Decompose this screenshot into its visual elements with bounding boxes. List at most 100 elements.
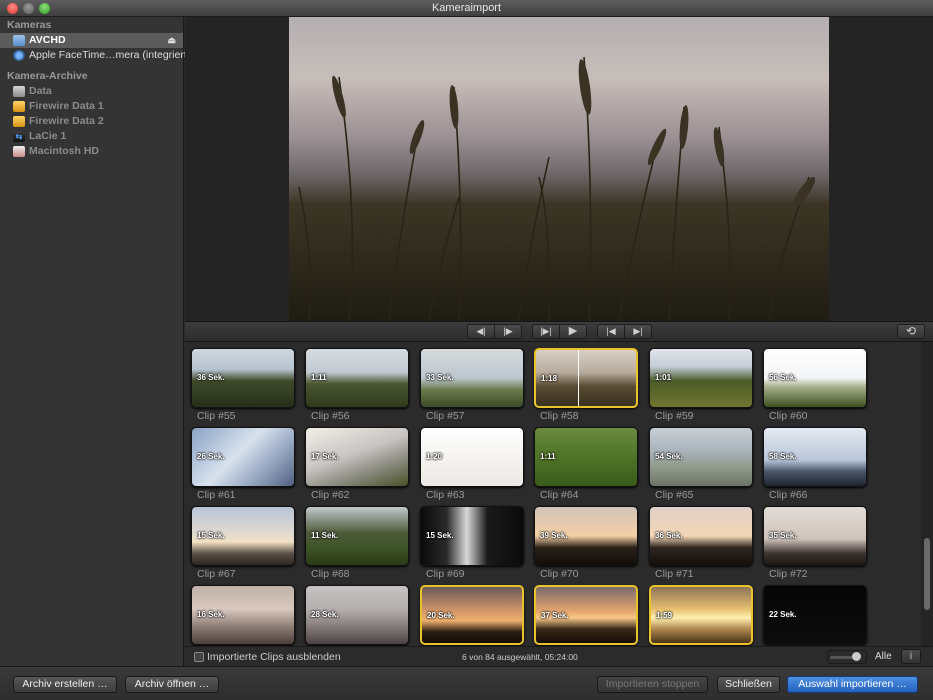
clip-duration: 54 Sek. xyxy=(655,452,683,461)
clip-thumbnail[interactable]: 1:11 xyxy=(305,348,409,408)
playback-controls: ◀| |▶ |▶| ▶ |◀ ▶| ⟲ xyxy=(185,321,933,342)
device-sidebar: Kameras AVCHD ⏏ Apple FaceTime…mera (int… xyxy=(0,17,190,666)
clip-item[interactable]: 1:20 Clip #63 xyxy=(420,421,524,501)
clip-thumbnail[interactable]: 15 Sek. xyxy=(420,506,524,566)
clip-thumbnail[interactable]: 28 Sek. xyxy=(305,585,409,645)
clip-duration: 39 Sek. xyxy=(540,531,568,540)
sidebar-item-firewire-data-2[interactable]: Firewire Data 2 xyxy=(0,114,183,129)
zoom-all-label[interactable]: Alle xyxy=(875,651,892,662)
footer-bar: Archiv erstellen … Archiv öffnen … Impor… xyxy=(0,666,933,700)
clip-item[interactable]: 20 Sek. xyxy=(420,579,524,646)
clip-item[interactable]: 35 Sek. Clip #72 xyxy=(763,500,867,580)
sidebar-item-firewire-data-1[interactable]: Firewire Data 1 xyxy=(0,99,183,114)
clip-item[interactable]: 1:11 Clip #64 xyxy=(534,421,638,501)
loop-icon[interactable]: ⟲ xyxy=(897,324,925,339)
clip-item[interactable]: 26 Sek. Clip #61 xyxy=(191,421,295,501)
clip-thumbnail[interactable]: 22 Sek. xyxy=(763,585,867,645)
open-archive-button[interactable]: Archiv öffnen … xyxy=(125,676,219,693)
clip-item[interactable]: 11 Sek. Clip #68 xyxy=(305,500,409,580)
clip-thumbnail[interactable]: 17 Sek. xyxy=(305,427,409,487)
clip-thumbnail[interactable]: 56 Sek. xyxy=(763,348,867,408)
clip-item[interactable]: 36 Sek. Clip #55 xyxy=(191,342,295,422)
clip-thumbnail[interactable]: 11 Sek. xyxy=(305,506,409,566)
clip-thumbnail[interactable]: 35 Sek. xyxy=(763,506,867,566)
clip-item[interactable]: 15 Sek. Clip #69 xyxy=(420,500,524,580)
hide-imported-checkbox[interactable] xyxy=(194,652,204,662)
clip-thumbnail[interactable]: 1:11 xyxy=(534,427,638,487)
clip-thumbnail[interactable]: 36 Sek. xyxy=(649,506,753,566)
sidebar-item-label: Firewire Data 2 xyxy=(29,115,104,127)
browser-statusbar: Importierte Clips ausblenden 6 von 84 au… xyxy=(185,646,933,666)
play-button[interactable]: ▶ xyxy=(559,324,587,339)
home-icon xyxy=(13,146,25,157)
clip-thumbnail[interactable]: 1:20 xyxy=(420,427,524,487)
clip-thumbnail[interactable]: 54 Sek. xyxy=(649,427,753,487)
clip-thumbnail[interactable]: 39 Sek. xyxy=(534,506,638,566)
zoom-slider-knob[interactable] xyxy=(852,652,861,661)
clip-item[interactable]: 56 Sek. Clip #60 xyxy=(763,342,867,422)
clip-item[interactable]: 36 Sek. Clip #71 xyxy=(649,500,753,580)
clip-duration: 1:11 xyxy=(311,373,327,382)
sidebar-item-lacie-1[interactable]: ⇆ LaCie 1 xyxy=(0,129,183,144)
clip-item[interactable]: 33 Sek. Clip #57 xyxy=(420,342,524,422)
next-frame-button[interactable]: |▶ xyxy=(494,324,522,339)
clip-thumbnail[interactable]: 37 Sek. xyxy=(534,585,638,645)
clip-item[interactable]: 54 Sek. Clip #65 xyxy=(649,421,753,501)
close-window-button[interactable] xyxy=(7,3,18,14)
clip-thumbnail[interactable]: 1:18 xyxy=(534,348,638,408)
clip-item[interactable]: 58 Sek. Clip #66 xyxy=(763,421,867,501)
clip-item[interactable]: 1:18 Clip #58 xyxy=(534,342,638,422)
play-selection-button[interactable]: |▶| xyxy=(532,324,560,339)
clip-thumbnail[interactable]: 36 Sek. xyxy=(191,348,295,408)
clip-item[interactable]: 28 Sek. xyxy=(305,579,409,646)
sidebar-item-label: Macintosh HD xyxy=(29,145,100,157)
skimmer-playhead xyxy=(578,350,579,406)
minimize-window-button[interactable] xyxy=(23,3,34,14)
clip-item[interactable]: 15 Sek. Clip #67 xyxy=(191,500,295,580)
zoom-window-button[interactable] xyxy=(39,3,50,14)
eject-icon[interactable]: ⏏ xyxy=(167,33,176,48)
clip-item[interactable]: 22 Sek. xyxy=(763,579,867,646)
clip-duration: 16 Sek. xyxy=(197,610,225,619)
section-cameras-header: Kameras xyxy=(7,19,52,31)
go-to-end-button[interactable]: ▶| xyxy=(624,324,652,339)
stop-import-button[interactable]: Importieren stoppen xyxy=(597,676,708,693)
clip-thumbnail[interactable]: 58 Sek. xyxy=(763,427,867,487)
clip-thumbnail[interactable]: 16 Sek. xyxy=(191,585,295,645)
clip-duration: 58 Sek. xyxy=(769,452,797,461)
clip-thumbnail[interactable]: 20 Sek. xyxy=(420,585,524,645)
clip-thumbnail[interactable]: 33 Sek. xyxy=(420,348,524,408)
vertical-scrollbar[interactable] xyxy=(921,342,933,646)
clip-duration: 33 Sek. xyxy=(426,373,454,382)
scrollbar-thumb[interactable] xyxy=(924,538,930,610)
sidebar-item-data[interactable]: Data xyxy=(0,84,183,99)
clip-thumbnail[interactable]: 15 Sek. xyxy=(191,506,295,566)
create-archive-button[interactable]: Archiv erstellen … xyxy=(13,676,117,693)
clip-duration: 1:18 xyxy=(541,374,558,383)
sidebar-item-avchd[interactable]: AVCHD ⏏ xyxy=(0,33,183,48)
clip-thumbnail[interactable]: 26 Sek. xyxy=(191,427,295,487)
clip-item[interactable]: 37 Sek. xyxy=(534,579,638,646)
camera-icon xyxy=(13,50,25,61)
import-selection-button[interactable]: Auswahl importieren … xyxy=(787,676,918,693)
clip-thumbnail[interactable]: 1:59 xyxy=(649,585,753,645)
sidebar-item-facetime-camera[interactable]: Apple FaceTime…mera (integriert) xyxy=(0,48,190,63)
preview-viewer xyxy=(185,17,933,321)
close-button[interactable]: Schließen xyxy=(717,676,780,693)
clip-item[interactable]: 16 Sek. xyxy=(191,579,295,646)
clip-item[interactable]: 1:01 Clip #59 xyxy=(649,342,753,422)
preview-grass-image xyxy=(289,56,829,321)
info-icon[interactable]: i xyxy=(901,649,921,664)
clip-item[interactable]: 39 Sek. Clip #70 xyxy=(534,500,638,580)
sidebar-item-label: Firewire Data 1 xyxy=(29,100,104,112)
previous-frame-button[interactable]: ◀| xyxy=(467,324,495,339)
clip-item[interactable]: 17 Sek. Clip #62 xyxy=(305,421,409,501)
go-to-start-button[interactable]: |◀ xyxy=(597,324,625,339)
hide-imported-label[interactable]: Importierte Clips ausblenden xyxy=(207,651,341,663)
clip-item[interactable]: 1:59 xyxy=(649,579,753,646)
sidebar-item-macintosh-hd[interactable]: Macintosh HD xyxy=(0,144,183,159)
clip-thumbnail[interactable]: 1:01 xyxy=(649,348,753,408)
sidebar-item-label: Apple FaceTime…mera (integriert) xyxy=(29,49,191,61)
clip-duration: 15 Sek. xyxy=(197,531,225,540)
clip-item[interactable]: 1:11 Clip #56 xyxy=(305,342,409,422)
